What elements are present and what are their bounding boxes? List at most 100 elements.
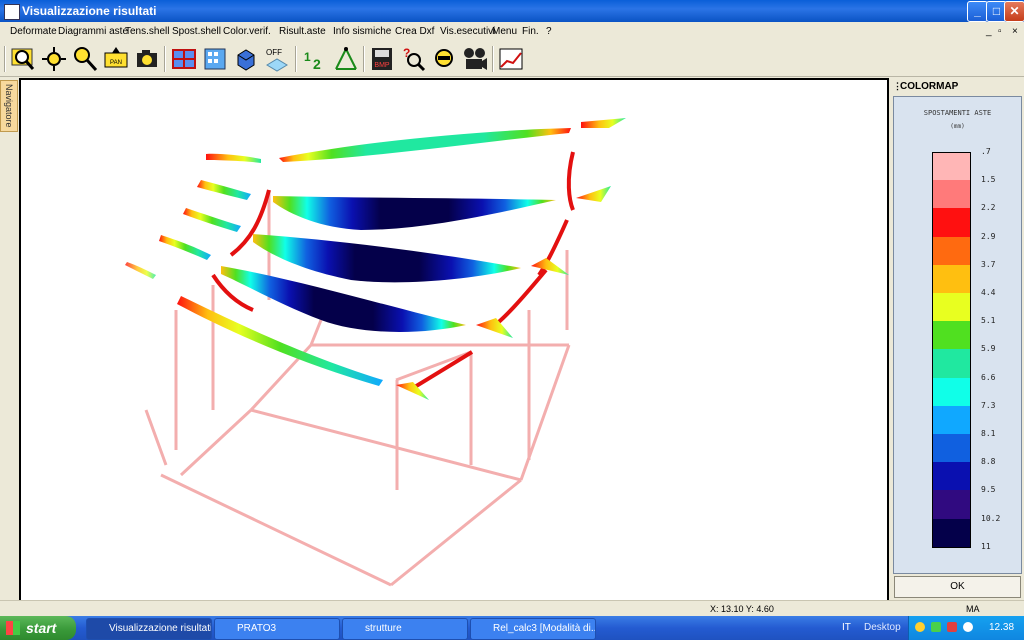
deformed-beams [125, 118, 626, 400]
zoom-icon[interactable] [71, 45, 99, 73]
zoom-all-icon[interactable] [40, 45, 68, 73]
menu-bar: Deformate Diagrammi aste Tens.shell Spos… [0, 22, 1024, 43]
tray-icon[interactable] [947, 622, 957, 632]
start-button[interactable]: start [0, 616, 76, 640]
toolbar-separator [164, 46, 166, 72]
toolbar-separator [295, 46, 297, 72]
clock: 12.38 [989, 622, 1015, 633]
colormap-label: 2.9 [981, 231, 996, 241]
task-strutture[interactable]: strutture [342, 618, 468, 640]
menu-menu[interactable]: Menu [492, 26, 517, 37]
minimize-button[interactable]: _ [967, 1, 988, 22]
child-restore-button[interactable]: ▫ [998, 26, 1002, 37]
off-toggle-icon[interactable]: OFF [263, 45, 291, 73]
nodes-icon[interactable] [332, 45, 360, 73]
child-minimize-button[interactable]: _ [986, 26, 992, 37]
colormap-label: .7 [981, 147, 991, 156]
task-label: strutture [365, 623, 402, 634]
system-tray: 12.38 [908, 616, 1024, 640]
coordinates-readout: X: 13.10 Y: 4.60 [710, 604, 774, 614]
colormap-header: ⋮ COLORMAP [890, 78, 1024, 94]
language-indicator[interactable]: IT [842, 622, 851, 633]
ok-button[interactable]: OK [894, 576, 1021, 598]
colormap-swatch [932, 152, 971, 182]
mode-indicator: MA [966, 604, 980, 614]
desktop-toolbar[interactable]: Desktop [864, 622, 901, 633]
status-bar: X: 13.10 Y: 4.60 MA [0, 600, 1024, 617]
colormap-panel: ⋮ COLORMAP SPOSTAMENTI ASTE (mm) .7 1.5 2.… [890, 78, 1024, 600]
structure-view-icon[interactable] [170, 45, 198, 73]
tray-icon[interactable] [963, 622, 973, 632]
building-icon[interactable] [201, 45, 229, 73]
colormap-scale: .7 1.5 2.2 2.9 3.7 4.4 5.1 5.9 6.6 7.3 8.1 8.8 9.5 10… [894, 97, 1021, 573]
colormap-swatch [932, 518, 971, 548]
colormap-label: 4.4 [981, 288, 996, 297]
colormap-label: 8.8 [981, 457, 996, 467]
colormap-swatch [932, 490, 971, 519]
menu-color-verif[interactable]: Color.verif. [223, 26, 271, 37]
numbering-icon[interactable]: 12 [301, 45, 329, 73]
colormap-swatch [932, 236, 971, 265]
chart-icon[interactable] [497, 45, 525, 73]
taskbar: start Visualizzazione risultati PRATO3 s… [0, 616, 1024, 640]
menu-vis-esecutivi[interactable]: Vis.esecutivi [440, 26, 495, 37]
colormap-swatch [932, 264, 971, 293]
menu-help[interactable]: ? [546, 26, 552, 37]
task-visualizzazione[interactable]: Visualizzazione risultati [86, 618, 212, 640]
camera-icon[interactable] [133, 45, 161, 73]
navigator-tab[interactable]: Navigatore [0, 80, 18, 132]
toolbar-separator [363, 46, 365, 72]
colormap-swatch [932, 434, 971, 463]
menu-fin[interactable]: Fin. [522, 26, 539, 37]
navigator-tab-label: Navigatore [4, 84, 14, 128]
tray-icon[interactable] [931, 622, 941, 632]
colormap-header-label: COLORMAP [900, 81, 959, 92]
task-label: Visualizzazione risultati [109, 623, 212, 634]
close-button[interactable]: ✕ [1004, 1, 1024, 22]
menu-deformate[interactable]: Deformate [10, 26, 57, 37]
colormap-swatch [932, 180, 971, 209]
toolbar: PAN OFF 12 BMP ? [0, 42, 1024, 77]
solid-view-icon[interactable] [232, 45, 260, 73]
menu-spost-shell[interactable]: Spost.shell [172, 26, 221, 37]
colormap-legend: SPOSTAMENTI ASTE (mm) .7 1.5 2.2 2.9 3.7 4.4 5… [893, 96, 1022, 574]
colormap-label: 5.1 [981, 316, 996, 326]
task-label: PRATO3 [237, 623, 277, 634]
bmp-export-icon[interactable]: BMP [368, 45, 396, 73]
pan-icon[interactable]: PAN [102, 45, 130, 73]
svg-text:1: 1 [304, 50, 311, 64]
search-icon[interactable] [430, 45, 458, 73]
colormap-label: 10.2 [981, 513, 1001, 523]
window-title: Visualizzazione risultati [22, 4, 157, 18]
menu-info-sismiche[interactable]: Info sismiche [333, 26, 391, 37]
help-search-icon[interactable]: ? [399, 45, 427, 73]
svg-text:PAN: PAN [110, 60, 122, 66]
colormap-swatch [932, 349, 971, 378]
colormap-label: 8.1 [981, 429, 996, 438]
menu-risult-aste[interactable]: Risult.aste [279, 26, 326, 37]
colormap-label: 5.9 [981, 344, 996, 354]
movie-icon[interactable] [461, 45, 489, 73]
task-prato3[interactable]: PRATO3 [214, 618, 340, 640]
tray-icon[interactable] [915, 622, 925, 632]
bmp-label: BMP [374, 62, 390, 69]
child-close-button[interactable]: × [1012, 26, 1018, 37]
colormap-swatch [932, 377, 971, 406]
colormap-label: 1.5 [981, 175, 996, 185]
colormap-swatch [932, 293, 971, 322]
menu-tens-shell[interactable]: Tens.shell [125, 26, 169, 37]
task-label: Rel_calc3 [Modalità di... [493, 623, 596, 634]
menu-diagrammi-aste[interactable]: Diagrammi aste [58, 26, 128, 37]
svg-text:2: 2 [313, 56, 321, 72]
windows-logo-icon [6, 621, 20, 635]
start-label: start [26, 620, 57, 636]
zoom-window-icon[interactable] [9, 45, 37, 73]
app-icon [4, 4, 20, 20]
results-viewport[interactable] [19, 78, 889, 604]
task-rel-calc3[interactable]: Rel_calc3 [Modalità di... [470, 618, 596, 640]
colormap-label: 11 [981, 541, 991, 551]
colormap-swatch [932, 462, 971, 491]
deformed-structure-drawing[interactable] [21, 80, 887, 602]
menu-crea-dxf[interactable]: Crea Dxf [395, 26, 434, 37]
toolbar-grip [4, 46, 6, 72]
